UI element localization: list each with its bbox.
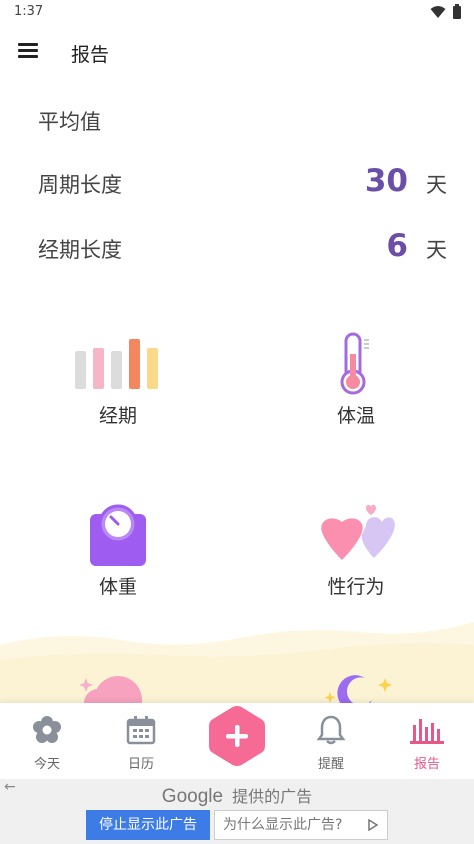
period-length-unit: 天 — [426, 238, 447, 262]
tile-intimacy[interactable]: 性行为 — [266, 500, 446, 630]
status-time: 1:37 — [14, 4, 44, 19]
nav-reminders[interactable]: 提醒 — [286, 703, 376, 779]
stop-ad-button[interactable]: 停止显示此广告 — [86, 810, 210, 840]
cycle-length-label: 周期长度 — [38, 173, 122, 197]
battery-icon — [453, 4, 461, 19]
tile-temperature-label: 体温 — [336, 405, 375, 427]
hearts-icon — [321, 504, 395, 560]
flower-icon — [33, 716, 61, 743]
period-length-value: 6 — [386, 228, 408, 264]
ad-provided-label: 提供的广告 — [232, 787, 313, 806]
ad-banner: ← Google 提供的广告 停止显示此广告 为什么显示此广告? — [0, 779, 474, 844]
add-record-button[interactable] — [206, 703, 268, 769]
period-length-label: 经期长度 — [38, 238, 122, 262]
thermometer-icon — [340, 332, 369, 395]
app-bar: 报告 — [0, 28, 474, 76]
period-bars-icon — [75, 339, 158, 389]
why-ad-label: 为什么显示此广告? — [223, 817, 343, 833]
averages-title: 平均值 — [38, 110, 101, 134]
plus-icon — [209, 706, 265, 766]
status-bar: 1:37 — [0, 0, 474, 24]
tile-weight-label: 体重 — [98, 576, 137, 598]
tile-weight[interactable]: 体重 — [28, 500, 208, 630]
cycle-length-unit: 天 — [426, 173, 447, 197]
wifi-icon — [430, 5, 446, 18]
why-ad-button[interactable]: 为什么显示此广告? — [214, 810, 388, 840]
menu-button[interactable] — [16, 40, 40, 64]
calendar-icon — [126, 716, 156, 745]
nav-today-label: 今天 — [33, 757, 60, 772]
scale-icon — [90, 504, 146, 566]
page-title: 报告 — [71, 44, 110, 66]
ad-choices-icon — [368, 819, 379, 831]
bar-chart-icon — [410, 719, 444, 744]
status-icons — [430, 4, 462, 19]
tile-period-label: 经期 — [98, 405, 137, 427]
nav-reports[interactable]: 报告 — [382, 703, 472, 779]
cycle-length-value: 30 — [364, 163, 408, 199]
menu-icon — [18, 43, 38, 46]
nav-reports-label: 报告 — [413, 757, 440, 772]
nav-calendar[interactable]: 日历 — [96, 703, 186, 779]
tile-intimacy-label: 性行为 — [327, 576, 385, 598]
ad-google-logo: Google — [161, 786, 224, 807]
bell-icon — [316, 715, 346, 745]
tile-period[interactable]: 经期 — [28, 330, 208, 460]
nav-today[interactable]: 今天 — [2, 703, 92, 779]
tile-temperature[interactable]: 体温 — [266, 330, 446, 460]
nav-reminders-label: 提醒 — [317, 757, 344, 772]
nav-calendar-label: 日历 — [127, 757, 154, 772]
ad-attribution: Google 提供的广告 — [0, 783, 474, 808]
